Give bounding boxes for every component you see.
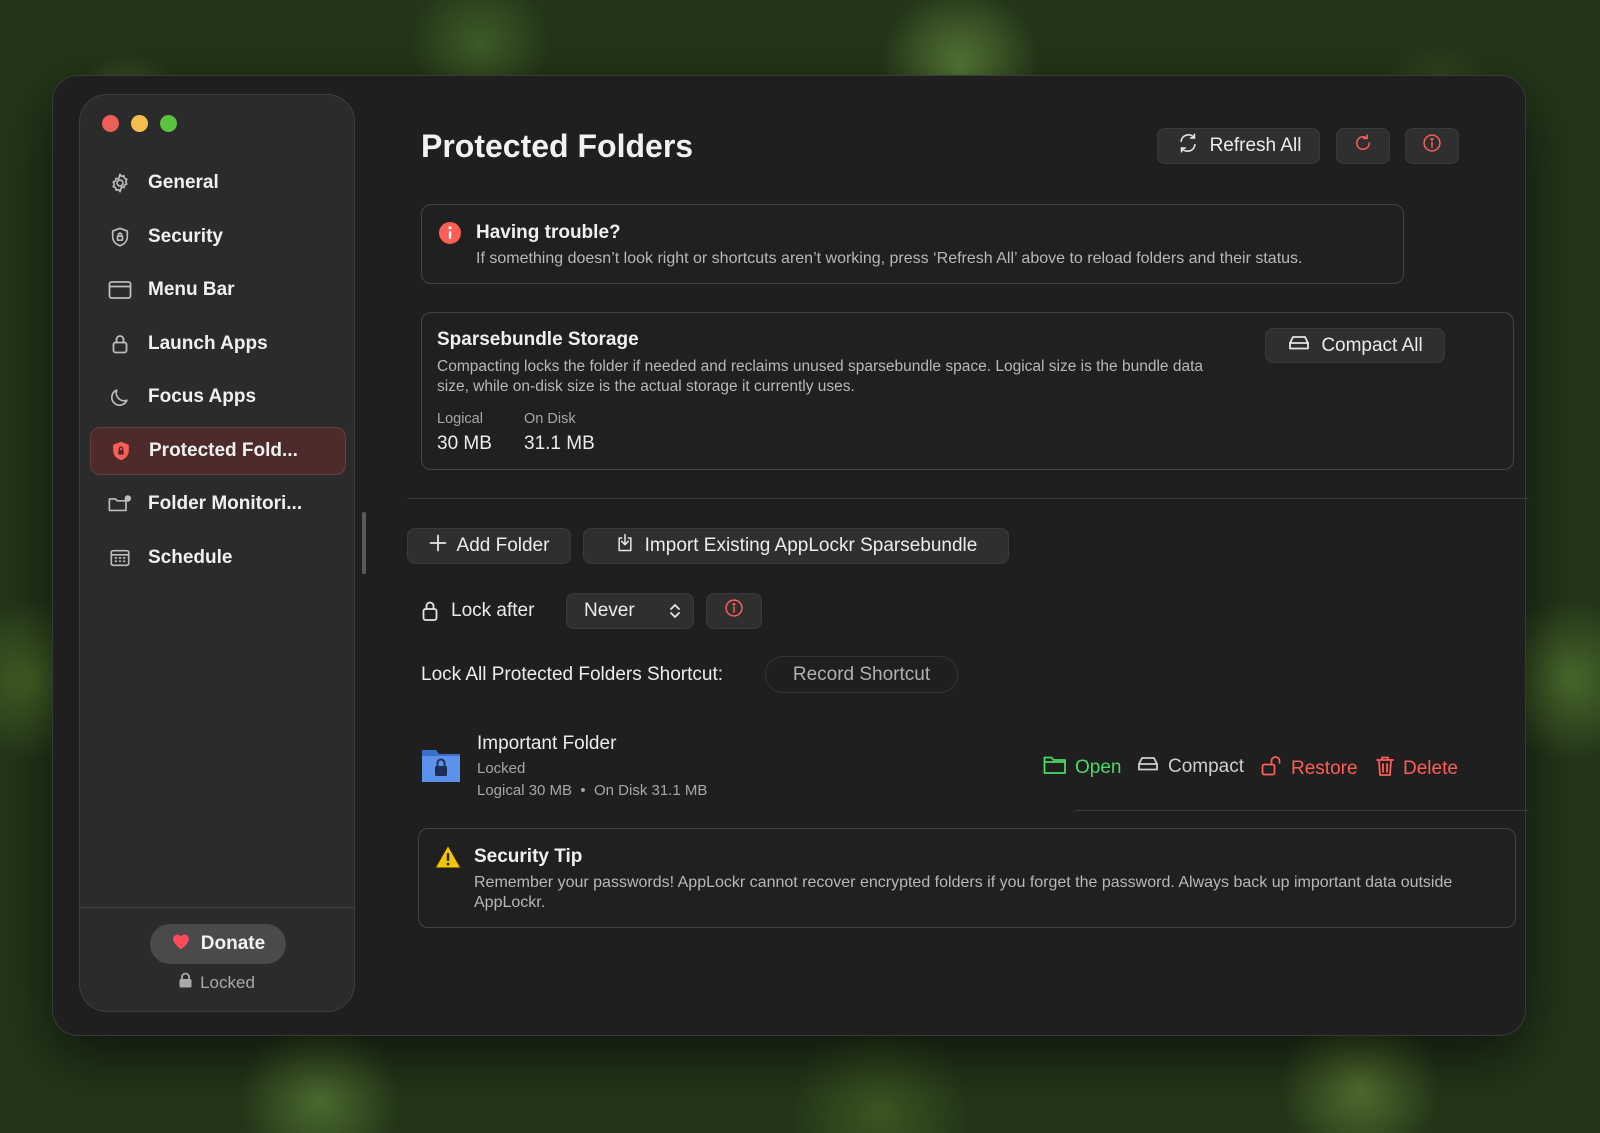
compact-label: Compact [1168,756,1245,777]
folder-row-divider [1075,810,1529,811]
folder-icon [1043,755,1067,781]
lock-icon [422,600,438,627]
import-label: Import Existing AppLockr Sparsebundle [644,535,978,556]
logical-label: Logical [437,411,483,427]
delete-folder-button[interactable]: Delete [1375,755,1458,783]
plus-icon [429,534,447,558]
sync-icon [1176,132,1200,160]
info-button[interactable] [1405,128,1459,164]
reload-button[interactable] [1336,128,1390,164]
ondisk-stat: On Disk 31.1 MB [524,411,595,455]
restore-folder-button[interactable]: Restore [1261,755,1358,783]
folder-sizes: Logical 30 MB • On Disk 31.1 MB [477,782,708,799]
alert-info-icon [438,221,462,250]
lock-after-value: Never [584,600,635,621]
info-icon [1422,133,1442,159]
compact-all-button[interactable]: Compact All [1265,328,1445,363]
section-divider [407,498,1529,499]
storage-title: Sparsebundle Storage [437,329,639,350]
shortcut-label: Lock All Protected Folders Shortcut: [421,664,724,685]
logical-value: 30 MB [437,433,492,454]
security-tip-card: Security Tip Remember your passwords! Ap… [418,828,1516,928]
storage-text: Compacting locks the folder if needed an… [437,358,1204,395]
trouble-title: Having trouble? [476,222,621,243]
record-shortcut-button[interactable]: Record Shortcut [765,656,958,693]
storage-card: Sparsebundle Storage Compacting locks th… [421,312,1514,470]
compact-folder-button[interactable]: Compact [1136,755,1244,779]
refresh-all-label: Refresh All [1209,135,1302,156]
info-icon [724,598,744,624]
folder-name: Important Folder [477,733,617,754]
ondisk-label: On Disk [524,411,576,427]
import-icon [615,533,635,559]
trouble-text: If something doesn’t look right or short… [476,250,1303,267]
reload-icon [1353,133,1373,159]
open-folder-button[interactable]: Open [1043,755,1121,781]
record-shortcut-label: Record Shortcut [792,663,931,685]
logical-stat: Logical 30 MB [437,411,492,455]
trouble-banner: Having trouble? If something doesn’t loo… [421,204,1404,284]
warning-icon [435,845,461,874]
lock-after-select[interactable]: Never [566,593,694,629]
tip-text: Remember your passwords! AppLockr cannot… [474,874,1453,911]
trash-icon [1375,755,1395,783]
open-label: Open [1075,757,1122,778]
refresh-all-button[interactable]: Refresh All [1157,128,1320,164]
page-title: Protected Folders [421,128,694,164]
app-window: General Security Menu Bar Launch Apps Fo… [52,75,1529,1036]
unlock-icon [1261,755,1283,783]
locked-folder-icon [421,746,461,789]
chevron-updown-icon [669,602,681,626]
lock-after-info-button[interactable] [706,593,762,629]
import-sparsebundle-button[interactable]: Import Existing AppLockr Sparsebundle [583,528,1009,564]
add-folder-label: Add Folder [456,535,550,556]
main-content: Protected Folders Refresh All Having tro… [53,76,1529,1035]
drive-icon [1136,755,1160,779]
drive-icon [1287,334,1311,358]
delete-label: Delete [1403,758,1458,779]
tip-title: Security Tip [474,846,583,867]
ondisk-value: 31.1 MB [524,433,595,454]
folder-status: Locked [477,760,526,777]
compact-all-label: Compact All [1321,334,1423,356]
restore-label: Restore [1291,758,1358,779]
lock-after-label: Lock after [451,600,535,621]
add-folder-button[interactable]: Add Folder [407,528,571,564]
